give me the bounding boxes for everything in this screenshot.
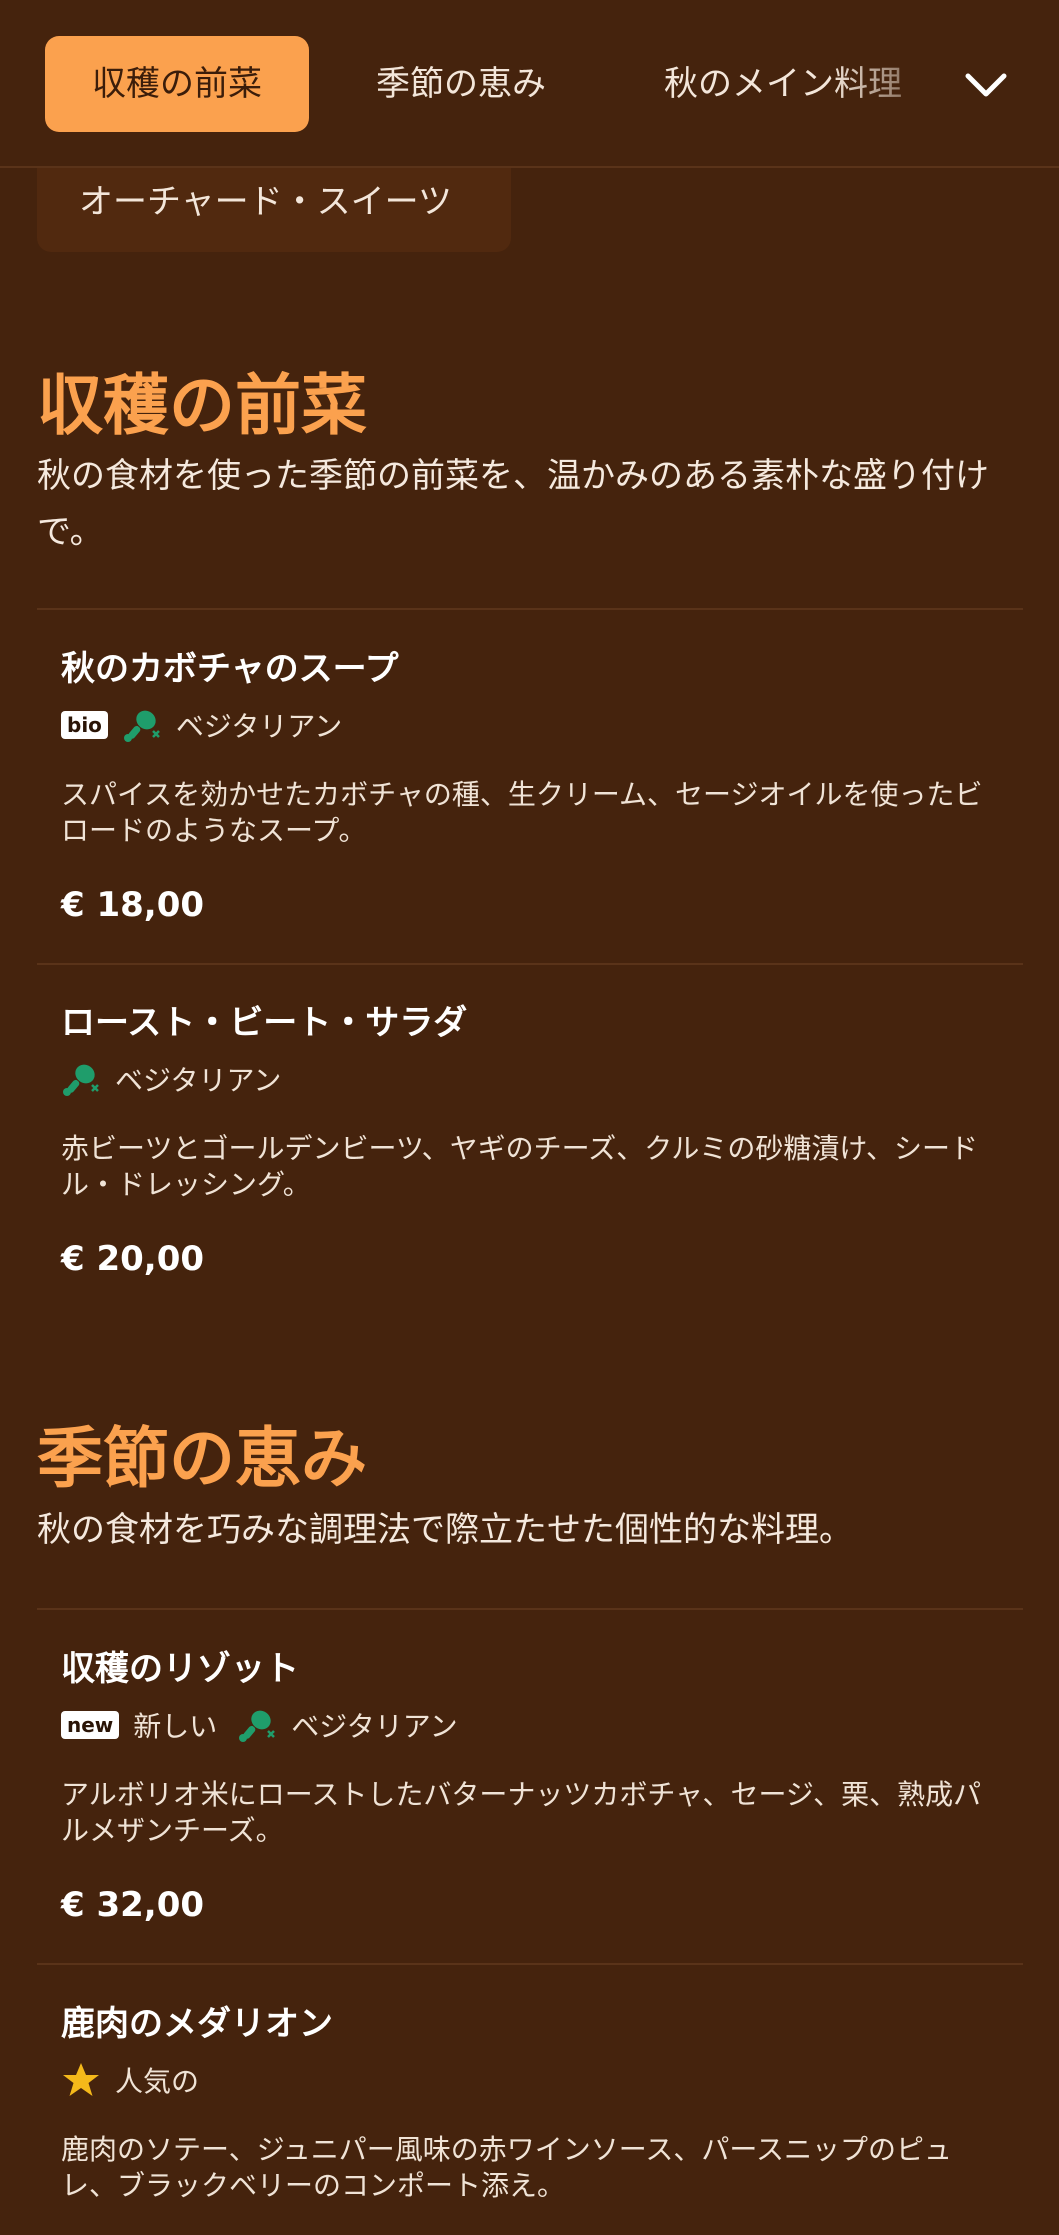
item-description: 赤ビーツとゴールデンビーツ、ヤギのチーズ、クルミの砂糖漬け、シードル・ドレッシン… [61,1132,979,1201]
item-description: アルボリオ米にローストしたバターナッツカボチャ、セージ、栗、熟成パルメザンチーズ… [61,1778,982,1847]
item-description: 鹿肉のソテー、ジュニパー風味の赤ワインソース、パースニップのピュレ、ブラックベリ… [61,2133,952,2202]
section-title: 季節の恵み [37,1420,367,1497]
item-tags: bio ベジタリアン [61,703,1001,747]
star-icon [63,2063,99,2096]
section-description: 秋の食材を使った季節の前菜を、温かみのある素朴な盛り付けで。 [37,456,989,552]
divider [37,1608,1023,1610]
item-description: スパイスを効かせたカボチャの種、生クリーム、セージオイルを使ったビロードのような… [61,778,983,847]
item-tags: new 新しい ベジタリアン [61,1703,1001,1747]
menu-item[interactable]: ロースト・ビート・サラダ ベジタリアン 赤ビーツとゴールデンビーツ、ヤギのチーズ… [61,999,1001,1281]
item-name: 収穫のリゾット [61,1649,299,1689]
item-tags: 人気の [61,2058,1001,2102]
tab-seasonal-bounty[interactable]: 季節の恵み [376,36,546,132]
divider [37,963,1023,965]
divider [37,1963,1023,1965]
tab-harvest-starters[interactable]: 収穫の前菜 [45,36,309,132]
menu-item[interactable]: 収穫のリゾット new 新しい ベジタリアン アルボリオ米にローストしたバターナ… [61,1645,1001,1927]
item-name: 秋のカボチャのスープ [61,649,399,689]
item-price: € 18,00 [61,885,205,925]
item-name: 鹿肉のメダリオン [61,2004,333,2044]
tab-orchard-sweets[interactable]: オーチャード・スイーツ [37,168,511,252]
menu-item[interactable]: 秋のカボチャのスープ bio ベジタリアン スパイスを効かせたカボチャの種、生ク… [61,645,1001,927]
item-price: € 20,00 [61,1239,205,1279]
menu-item[interactable]: 鹿肉のメダリオン 人気の 鹿肉のソテー、ジュニパー風味の赤ワインソース、パースニ… [61,2000,1001,2204]
tag-label: 人気の [115,2065,200,2098]
tag-label: ベジタリアン [291,1710,458,1743]
category-nav: 収穫の前菜 季節の恵み 秋のメイン料理 [0,0,1059,168]
section-title: 収穫の前菜 [37,367,367,444]
item-price: € 32,00 [61,1885,205,1925]
tag-label: ベジタリアン [115,1064,282,1097]
tab-scroll-fade [830,36,940,132]
new-badge: new [61,1711,120,1739]
section-description: 秋の食材を巧みな調理法で際立たせた個性的な料理。 [37,1510,853,1550]
new-label: 新しい [133,1710,218,1743]
tag-label: ベジタリアン [175,710,343,743]
vegetarian-icon [123,710,160,742]
item-tags: ベジタリアン [61,1057,1001,1101]
chevron-down-icon[interactable] [960,60,1012,112]
vegetarian-icon [239,1710,276,1742]
item-name: ロースト・ビート・サラダ [61,1003,468,1043]
bio-badge: bio [61,711,108,739]
divider [37,608,1023,610]
vegetarian-icon [63,1064,99,1096]
